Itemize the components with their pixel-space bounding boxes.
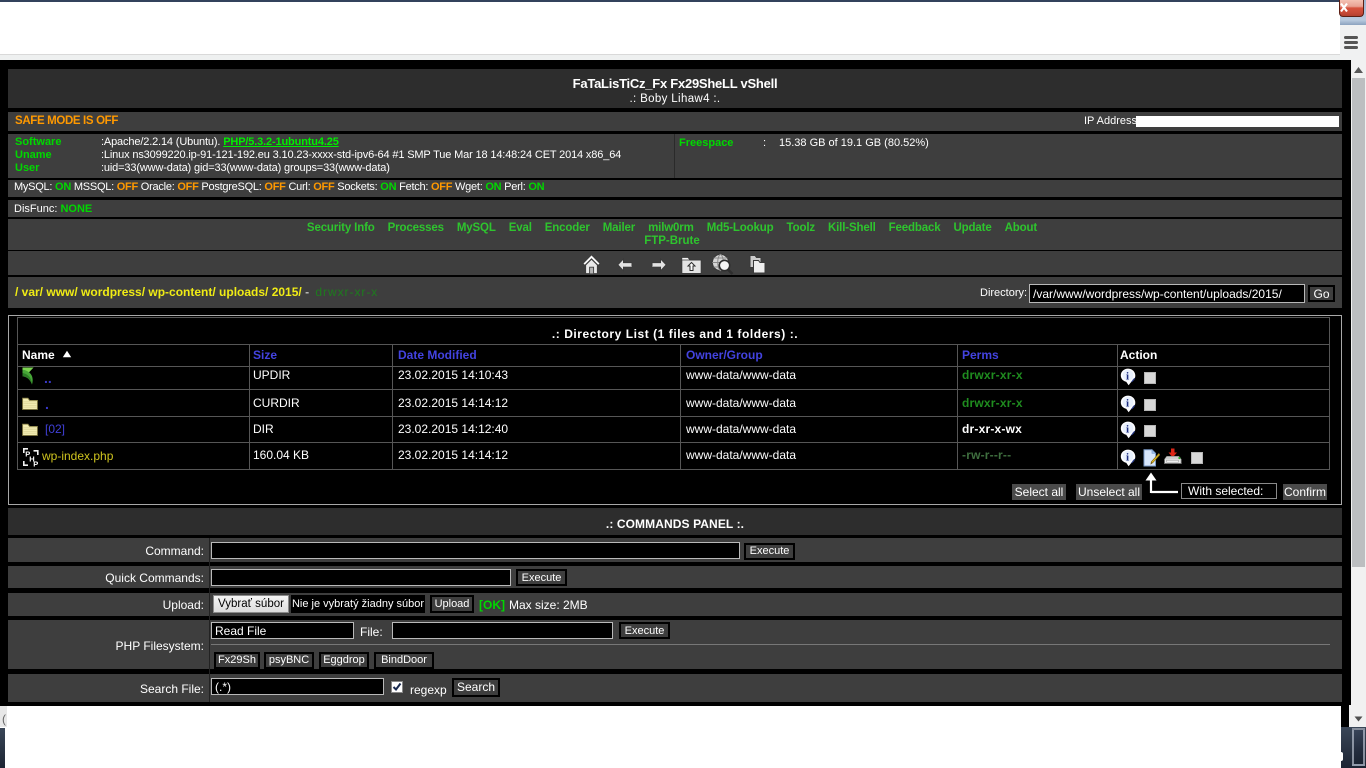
svg-text:i: i (1126, 397, 1129, 409)
svg-text:P: P (33, 459, 38, 467)
svg-text:i: i (1126, 423, 1129, 435)
svg-text:i: i (1126, 452, 1129, 464)
svg-text:i: i (1126, 371, 1129, 383)
